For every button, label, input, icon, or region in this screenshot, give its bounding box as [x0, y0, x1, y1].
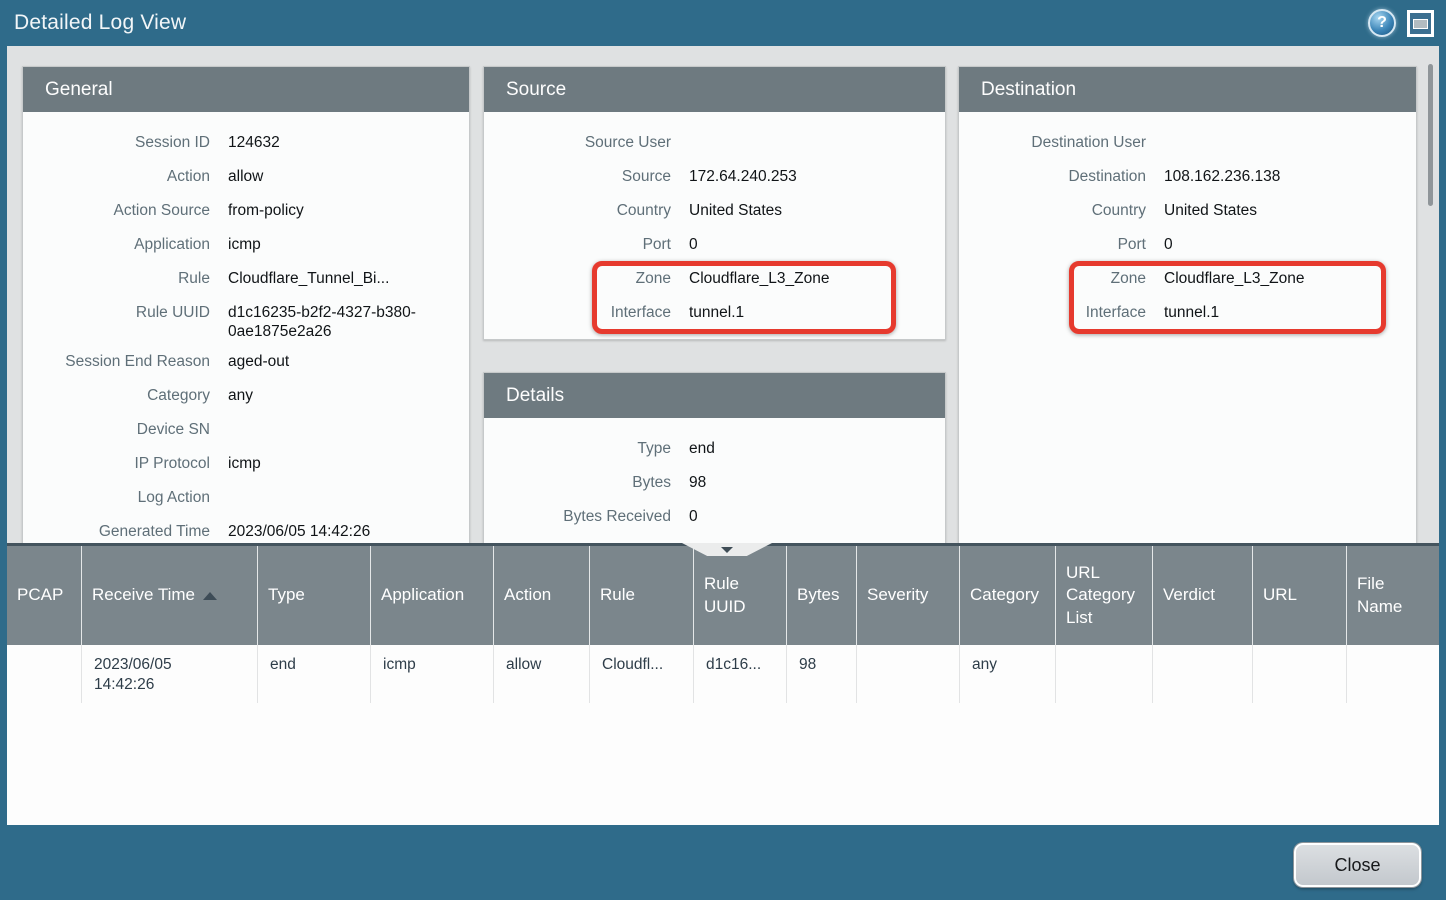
destination-panel-body: Destination User Destination108.162.236.… [959, 112, 1416, 340]
field-row-ip-protocol: IP Protocolicmp [23, 449, 469, 483]
cell-severity [857, 645, 960, 703]
col-header-category[interactable]: Category [960, 546, 1056, 645]
field-row-rule-uuid: Rule UUIDd1c16235-b2f2-4327-b380-0ae1875… [23, 298, 469, 347]
field-row-log-action: Log Action [23, 483, 469, 517]
col-header-severity[interactable]: Severity [857, 546, 960, 645]
field-row-source: Source172.64.240.253 [484, 162, 945, 196]
col-header-action[interactable]: Action [494, 546, 590, 645]
log-detail-panels-area: General Session ID124632 Actionallow Act… [7, 46, 1439, 543]
cell-type: end [258, 645, 371, 703]
field-row-port: Port0 [959, 230, 1416, 264]
field-row-destination: Destination108.162.236.138 [959, 162, 1416, 196]
field-row-source-user: Source User [484, 128, 945, 162]
col-header-pcap[interactable]: PCAP [7, 546, 82, 645]
general-panel-header: General [23, 67, 469, 112]
cell-rule: Cloudfl... [590, 645, 694, 703]
cell-rule-uuid: d1c16... [694, 645, 787, 703]
col-header-rule[interactable]: Rule [590, 546, 694, 645]
field-row-rule: RuleCloudflare_Tunnel_Bi... [23, 264, 469, 298]
field-row-port: Port0 [484, 230, 945, 264]
source-panel: Source Source User Source172.64.240.253 … [483, 66, 946, 340]
source-panel-header: Source [484, 67, 945, 112]
cell-url-category-list [1056, 645, 1153, 703]
col-header-receive-time[interactable]: Receive Time [82, 546, 258, 645]
col-header-type[interactable]: Type [258, 546, 371, 645]
window-glyph [1413, 19, 1428, 29]
cell-url [1253, 645, 1347, 703]
log-table: PCAP Receive Time Type Application Actio… [7, 543, 1439, 825]
cell-receive-time: 2023/06/05 14:42:26 [82, 645, 258, 703]
field-row-session-id: Session ID124632 [23, 128, 469, 162]
field-row-session-end-reason: Session End Reasonaged-out [23, 347, 469, 381]
field-row-interface: Interfacetunnel.1 [959, 298, 1416, 332]
cell-application: icmp [371, 645, 494, 703]
dialog-title: Detailed Log View [14, 11, 186, 35]
close-button[interactable]: Close [1294, 843, 1421, 887]
source-panel-body: Source User Source172.64.240.253 Country… [484, 112, 945, 340]
field-row-action-source: Action Sourcefrom-policy [23, 196, 469, 230]
field-row-interface: Interfacetunnel.1 [484, 298, 945, 332]
field-row-zone: ZoneCloudflare_L3_Zone [959, 264, 1416, 298]
details-panel-header: Details [484, 373, 945, 418]
field-row-category: Categoryany [23, 381, 469, 415]
general-panel: General Session ID124632 Actionallow Act… [22, 66, 470, 543]
field-row-country: CountryUnited States [484, 196, 945, 230]
field-row-action: Actionallow [23, 162, 469, 196]
field-row-destination-user: Destination User [959, 128, 1416, 162]
col-header-application[interactable]: Application [371, 546, 494, 645]
cell-file-name [1347, 645, 1439, 703]
col-header-url-category-list[interactable]: URL Category List [1056, 546, 1153, 645]
details-panel-body: Typeend Bytes98 Bytes Received0 [484, 418, 945, 543]
destination-panel-header: Destination [959, 67, 1416, 112]
general-panel-body: Session ID124632 Actionallow Action Sour… [23, 112, 469, 543]
destination-panel: Destination Destination User Destination… [958, 66, 1417, 543]
chevron-down-icon [721, 547, 733, 553]
log-table-row[interactable]: 2023/06/05 14:42:26 end icmp allow Cloud… [7, 645, 1439, 703]
titlebar-icons: ? [1368, 9, 1434, 37]
vertical-scrollbar-thumb[interactable] [1428, 64, 1433, 206]
field-row-type: Typeend [484, 434, 945, 468]
log-table-header-row: PCAP Receive Time Type Application Actio… [7, 543, 1439, 645]
cell-verdict [1153, 645, 1253, 703]
field-row-bytes: Bytes98 [484, 468, 945, 502]
field-row-bytes-received: Bytes Received0 [484, 502, 945, 536]
col-header-rule-uuid[interactable]: Rule UUID [694, 546, 787, 645]
field-row-application: Applicationicmp [23, 230, 469, 264]
cell-bytes: 98 [787, 645, 857, 703]
sort-ascending-icon [203, 592, 217, 600]
col-header-file-name[interactable]: File Name [1347, 546, 1439, 645]
field-row-zone: ZoneCloudflare_L3_Zone [484, 264, 945, 298]
cell-pcap [7, 645, 82, 703]
destination-zone-interface-group: ZoneCloudflare_L3_Zone Interfacetunnel.1 [959, 264, 1416, 332]
field-row-country: CountryUnited States [959, 196, 1416, 230]
cell-category: any [960, 645, 1056, 703]
col-header-verdict[interactable]: Verdict [1153, 546, 1253, 645]
source-zone-interface-group: ZoneCloudflare_L3_Zone Interfacetunnel.1 [484, 264, 945, 332]
details-panel: Details Typeend Bytes98 Bytes Received0 [483, 372, 946, 543]
cell-action: allow [494, 645, 590, 703]
col-header-url[interactable]: URL [1253, 546, 1347, 645]
col-header-bytes[interactable]: Bytes [787, 546, 857, 645]
help-icon[interactable]: ? [1368, 9, 1396, 37]
field-row-device-sn: Device SN [23, 415, 469, 449]
maximize-window-icon[interactable] [1407, 10, 1434, 37]
dialog-titlebar: Detailed Log View ? [0, 0, 1446, 46]
field-row-generated-time: Generated Time2023/06/05 14:42:26 [23, 517, 469, 543]
